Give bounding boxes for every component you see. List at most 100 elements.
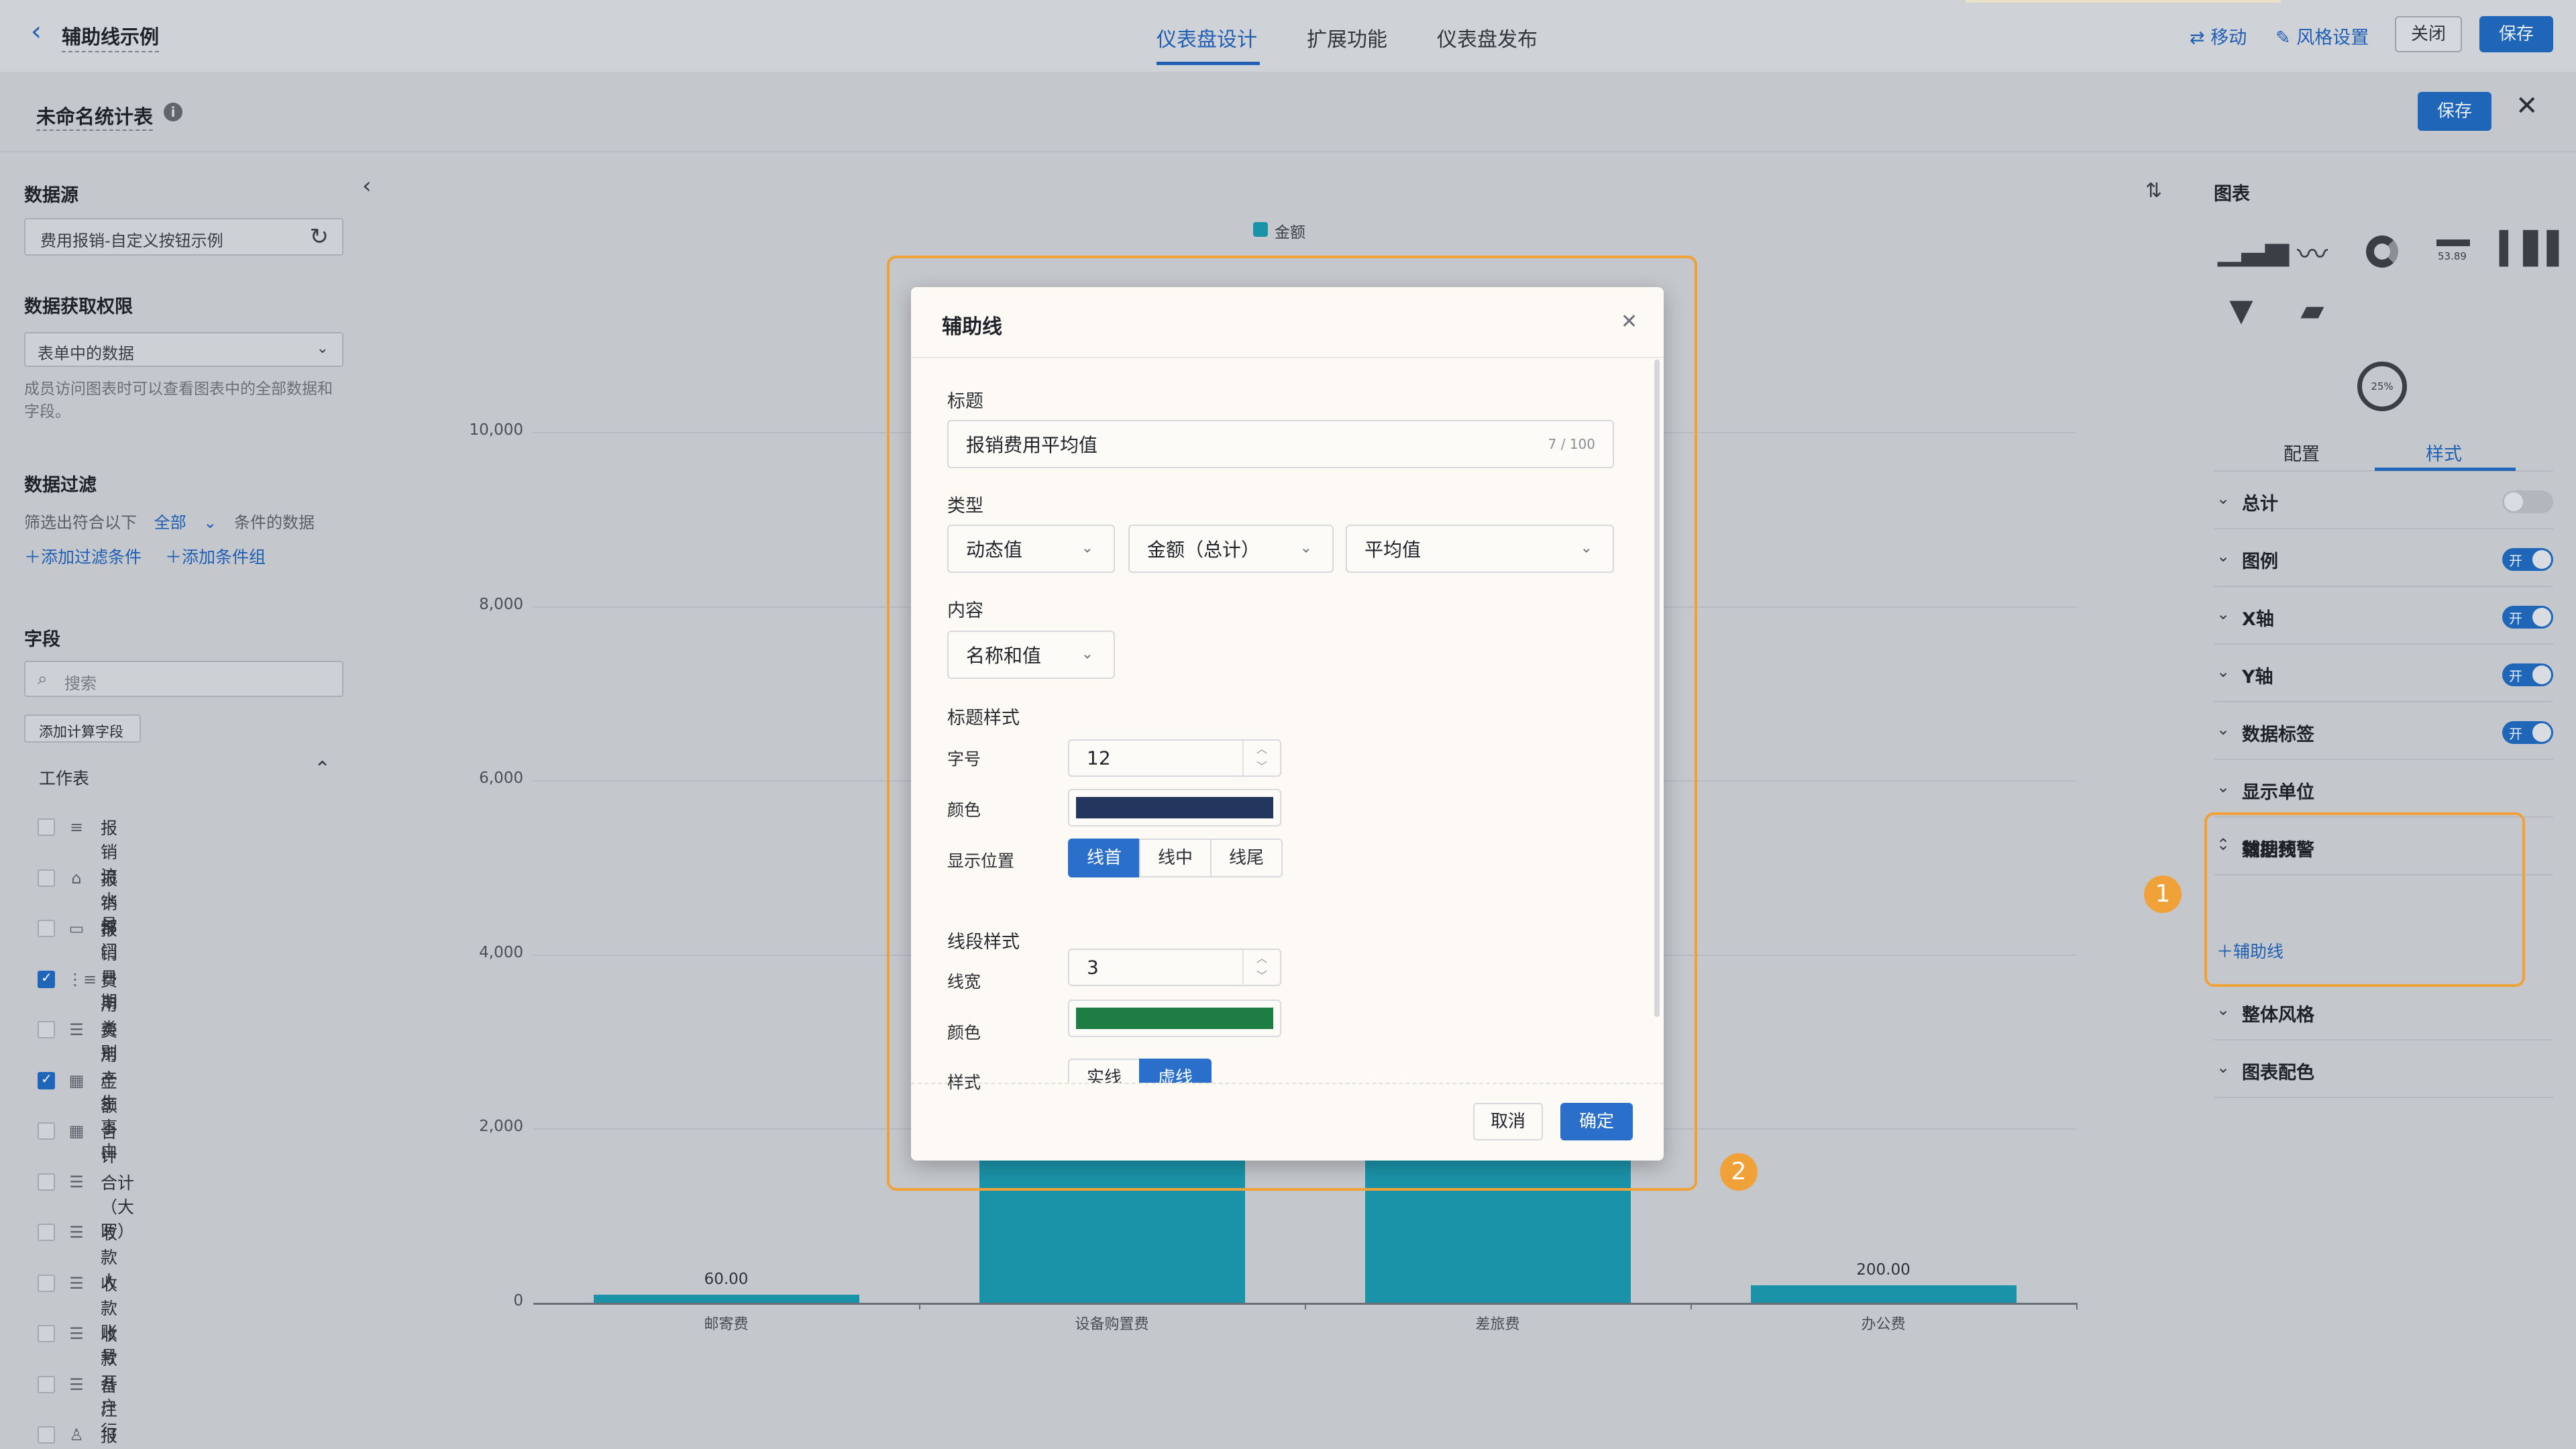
- field-checkbox[interactable]: ✓: [38, 1071, 55, 1089]
- add-calc-field-button[interactable]: 添加计算字段: [24, 714, 141, 743]
- add-group-button[interactable]: ＋添加条件组: [165, 544, 266, 568]
- field-checkbox[interactable]: ✓: [38, 969, 55, 988]
- tab-dashboard-design[interactable]: 仪表盘设计: [1157, 23, 1257, 52]
- datasource-select[interactable]: 费用报销-自定义按钮示例 ↻: [24, 218, 343, 256]
- move-button[interactable]: ⇄ 移动: [2190, 23, 2247, 49]
- close-icon[interactable]: ✕: [2516, 91, 2538, 121]
- map-chart-icon[interactable]: ▰: [2289, 292, 2336, 328]
- cancel-button[interactable]: 取消: [1473, 1103, 1543, 1140]
- line-color-swatch: [1076, 1008, 1273, 1029]
- panel-title[interactable]: 未命名统计表: [36, 101, 154, 131]
- worksheet-header[interactable]: 工作表: [39, 765, 89, 790]
- chevron-down-icon: ⌄: [2216, 604, 2231, 623]
- title-color-label: 颜色: [947, 800, 981, 820]
- combo-chart-icon[interactable]: ▍▋▌: [2500, 230, 2571, 266]
- tab-config[interactable]: 配置: [2284, 439, 2320, 466]
- aux-line-title[interactable]: 辅助线: [2242, 835, 2296, 861]
- title-input[interactable]: 报销费用平均值 7 / 100: [947, 420, 1614, 468]
- toggle-switch[interactable]: 开: [2502, 721, 2553, 744]
- tab-style[interactable]: 样式: [2426, 439, 2462, 466]
- field-type-icon: ♙: [69, 1426, 84, 1444]
- type-select[interactable]: 动态值 ⌄: [947, 525, 1115, 573]
- bar-chart-icon[interactable]: ▁▃▅: [2218, 230, 2289, 266]
- chart-type-title: 图表: [2214, 184, 2250, 205]
- field-checkbox[interactable]: [38, 1173, 55, 1191]
- toggle-switch[interactable]: 开: [2502, 663, 2553, 686]
- line-chart-icon[interactable]: 〰: [2289, 230, 2336, 274]
- style-settings-button[interactable]: ✎ 风格设置: [2275, 23, 2369, 49]
- field-type-icon: ▦: [68, 1122, 85, 1140]
- chevron-down-icon[interactable]: ⌄: [203, 513, 217, 532]
- chevron-up-icon[interactable]: ⌃: [2216, 835, 2230, 854]
- style-dashed[interactable]: 虚线: [1139, 1059, 1212, 1083]
- style-option-row[interactable]: ⌄ 显示单位: [2214, 760, 2553, 818]
- aggregate-select[interactable]: 平均值 ⌄: [1346, 525, 1614, 573]
- font-size-stepper[interactable]: ︿ ﹀: [1242, 741, 1280, 775]
- chevron-down-icon: ⌄: [2216, 489, 2231, 508]
- bar[interactable]: [593, 1295, 859, 1303]
- style-option-row[interactable]: ⌄ X轴开: [2214, 587, 2553, 645]
- line-width-input[interactable]: 3 ︿ ﹀: [1068, 949, 1281, 986]
- toggle-switch[interactable]: [2502, 490, 2553, 513]
- x-axis-tick: [2076, 1303, 2078, 1309]
- line-color-picker[interactable]: [1068, 1000, 1281, 1037]
- gauge-chart-icon[interactable]: 25%: [2357, 362, 2407, 411]
- field-checkbox[interactable]: [38, 1021, 55, 1038]
- tab-extensions[interactable]: 扩展功能: [1307, 23, 1387, 52]
- info-icon[interactable]: i: [164, 103, 182, 121]
- field-checkbox[interactable]: [38, 1122, 55, 1140]
- filter-sentence: 筛选出符合以下 全部 ⌄ 条件的数据: [24, 513, 315, 532]
- style-option-row[interactable]: ⌄ 图表配色: [2214, 1040, 2553, 1098]
- collapse-left-icon[interactable]: ‹: [362, 172, 372, 199]
- font-size-input[interactable]: 12 ︿ ﹀: [1068, 739, 1281, 777]
- dashboard-title[interactable]: 辅助线示例: [62, 21, 160, 52]
- save-button-top[interactable]: 保存: [2479, 16, 2553, 52]
- dialog-scrollbar[interactable]: [1654, 360, 1660, 1017]
- style-option-row[interactable]: ⌄ 图例开: [2214, 529, 2553, 587]
- sort-icon[interactable]: ⇅: [2145, 179, 2162, 203]
- field-checkbox[interactable]: [38, 1426, 55, 1444]
- line-width-stepper[interactable]: ︿ ﹀: [1242, 950, 1280, 985]
- confirm-button[interactable]: 确定: [1560, 1103, 1633, 1140]
- back-chevron-icon[interactable]: ‹: [31, 16, 42, 47]
- save-button[interactable]: 保存: [2418, 92, 2491, 131]
- field-select[interactable]: 金额（总计） ⌄: [1128, 525, 1334, 573]
- chevron-up-icon[interactable]: ⌃: [314, 757, 331, 781]
- kpi-chart-icon[interactable]: [2436, 239, 2470, 246]
- field-checkbox[interactable]: [38, 1274, 55, 1292]
- add-filter-button[interactable]: ＋添加过滤条件: [24, 544, 142, 568]
- position-end[interactable]: 线尾: [1210, 839, 1283, 877]
- field-checkbox[interactable]: [38, 1375, 55, 1393]
- style-option-row[interactable]: ⌄ 数据标签开: [2214, 702, 2553, 760]
- position-middle[interactable]: 线中: [1139, 839, 1212, 877]
- close-button[interactable]: 关闭: [2395, 16, 2462, 52]
- toggle-switch[interactable]: 开: [2502, 606, 2553, 629]
- refresh-icon[interactable]: ↻: [310, 223, 329, 250]
- content-select[interactable]: 名称和值 ⌄: [947, 631, 1115, 679]
- style-tab-underline: [2375, 468, 2516, 471]
- donut-chart-icon[interactable]: [2366, 235, 2398, 268]
- field-checkbox[interactable]: [38, 920, 55, 937]
- permission-select[interactable]: 表单中的数据 ⌄: [24, 332, 343, 367]
- title-color-picker[interactable]: [1068, 789, 1281, 826]
- toggle-switch[interactable]: 开: [2502, 548, 2553, 571]
- field-checkbox[interactable]: [38, 1325, 55, 1342]
- search-icon: ⌕: [38, 669, 48, 689]
- style-solid[interactable]: 实线: [1068, 1059, 1140, 1083]
- bar[interactable]: [1750, 1285, 2017, 1303]
- chevron-down-icon: ⌄: [2216, 777, 2231, 796]
- filter-scope-select[interactable]: 全部: [154, 513, 186, 532]
- field-search-input[interactable]: ⌕ 搜索: [24, 661, 343, 697]
- style-option-row[interactable]: ⌄ 整体风格: [2214, 983, 2553, 1040]
- style-option-row[interactable]: ⌄ 总计: [2214, 472, 2553, 529]
- tab-dashboard-publish[interactable]: 仪表盘发布: [1437, 23, 1538, 52]
- field-type-icon: ≡: [69, 818, 84, 837]
- funnel-chart-icon[interactable]: ▼: [2218, 292, 2265, 328]
- dialog-close-icon[interactable]: ✕: [1621, 310, 1638, 333]
- add-aux-line-button[interactable]: ＋辅助线: [2216, 938, 2284, 963]
- style-option-row[interactable]: ⌄ Y轴开: [2214, 645, 2553, 702]
- field-checkbox[interactable]: [38, 818, 55, 836]
- position-start[interactable]: 线首: [1068, 839, 1140, 877]
- field-checkbox[interactable]: [38, 1224, 55, 1241]
- field-checkbox[interactable]: [38, 869, 55, 887]
